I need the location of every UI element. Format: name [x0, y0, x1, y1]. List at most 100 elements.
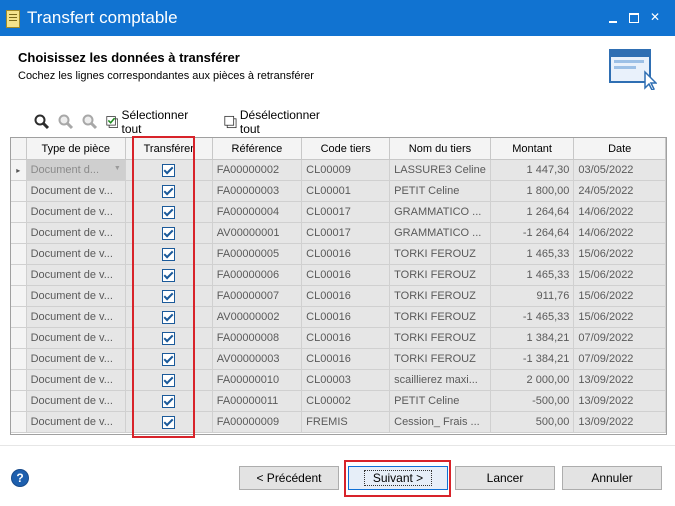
transfer-checkbox[interactable] — [162, 247, 176, 261]
transfer-checkbox[interactable] — [162, 415, 176, 429]
row-indicator[interactable] — [11, 180, 27, 202]
column-header-nom-tiers[interactable]: Nom du tiers — [389, 138, 491, 160]
row-indicator[interactable]: ▸ — [11, 159, 27, 181]
maximize-button[interactable] — [625, 8, 643, 26]
cell-code-tiers[interactable]: CL00016 — [301, 243, 391, 265]
column-header-reference[interactable]: Référence — [212, 138, 303, 160]
deselect-all-button[interactable]: Désélectionner tout — [224, 108, 323, 136]
minimize-button[interactable] — [604, 8, 622, 26]
transfer-checkbox[interactable] — [162, 373, 176, 387]
cell-date[interactable]: 07/09/2022 — [573, 348, 666, 370]
cell-date[interactable]: 24/05/2022 — [573, 180, 666, 202]
cell-type[interactable]: Document de v... — [26, 369, 126, 391]
table-row[interactable]: Document de v... FA00000009 FREMIS Cession_… — [11, 411, 666, 433]
cell-code-tiers[interactable]: CL00016 — [301, 285, 391, 307]
row-indicator[interactable] — [11, 264, 27, 286]
row-indicator[interactable] — [11, 390, 27, 412]
table-row[interactable]: Document de v... FA00000004 CL00017 GRAMMAT… — [11, 201, 666, 223]
cell-reference[interactable]: FA00000011 — [212, 390, 303, 412]
cell-code-tiers[interactable]: CL00016 — [301, 264, 391, 286]
cell-nom-tiers[interactable]: TORKI FEROUZ — [389, 327, 491, 349]
cell-code-tiers[interactable]: CL00016 — [301, 327, 391, 349]
cell-montant[interactable]: 911,76 — [490, 285, 575, 307]
cell-type[interactable]: Document de v... — [26, 264, 126, 286]
transfer-checkbox[interactable] — [162, 331, 176, 345]
transfer-checkbox[interactable] — [162, 163, 176, 177]
cell-reference[interactable]: FA00000006 — [212, 264, 303, 286]
cell-montant[interactable]: -1 384,21 — [490, 348, 575, 370]
cell-reference[interactable]: FA00000003 — [212, 180, 303, 202]
zoom-in-icon[interactable] — [58, 112, 74, 132]
row-indicator[interactable] — [11, 243, 27, 265]
table-row[interactable]: Document de v... AV00000003 CL00016 TORKI F… — [11, 348, 666, 370]
cell-nom-tiers[interactable]: scaillierez maxi... — [389, 369, 491, 391]
cell-code-tiers[interactable]: CL00016 — [301, 348, 391, 370]
cell-type[interactable]: Document de v... — [26, 222, 126, 244]
cell-date[interactable]: 13/09/2022 — [573, 369, 666, 391]
cell-date[interactable]: 07/09/2022 — [573, 327, 666, 349]
cell-reference[interactable]: FA00000004 — [212, 201, 303, 223]
cell-montant[interactable]: -500,00 — [490, 390, 575, 412]
cell-type[interactable]: Document de v... — [26, 348, 126, 370]
cell-type[interactable]: Document de v... — [26, 243, 126, 265]
cell-type[interactable]: Document d... ▼ — [26, 159, 126, 181]
cell-montant[interactable]: 1 465,33 — [490, 243, 575, 265]
cell-nom-tiers[interactable]: TORKI FEROUZ — [389, 348, 491, 370]
transfer-checkbox[interactable] — [162, 226, 176, 240]
cell-date[interactable]: 13/09/2022 — [573, 390, 666, 412]
launch-button[interactable]: Lancer — [455, 466, 555, 490]
transfer-checkbox[interactable] — [162, 205, 176, 219]
select-all-button[interactable]: Sélectionner tout — [106, 108, 192, 136]
cell-code-tiers[interactable]: CL00003 — [301, 369, 391, 391]
row-indicator[interactable] — [11, 327, 27, 349]
cell-reference[interactable]: AV00000003 — [212, 348, 303, 370]
cell-code-tiers[interactable]: CL00017 — [301, 201, 391, 223]
cell-montant[interactable]: 1 264,64 — [490, 201, 575, 223]
cell-montant[interactable]: -1 264,64 — [490, 222, 575, 244]
cell-type[interactable]: Document de v... — [26, 327, 126, 349]
cell-montant[interactable]: 500,00 — [490, 411, 575, 433]
row-indicator[interactable] — [11, 285, 27, 307]
cell-nom-tiers[interactable]: TORKI FEROUZ — [389, 243, 491, 265]
cell-code-tiers[interactable]: CL00009 — [301, 159, 391, 181]
cell-nom-tiers[interactable]: GRAMMATICO ... — [389, 201, 491, 223]
cell-type[interactable]: Document de v... — [26, 390, 126, 412]
cell-reference[interactable]: FA00000009 — [212, 411, 303, 433]
transfer-checkbox[interactable] — [162, 352, 176, 366]
cell-reference[interactable]: FA00000008 — [212, 327, 303, 349]
table-row[interactable]: Document de v... FA00000010 CL00003 scailli… — [11, 369, 666, 391]
cell-montant[interactable]: 1 447,30 — [490, 159, 575, 181]
table-row[interactable]: Document de v... FA00000005 CL00016 TORKI F… — [11, 243, 666, 265]
column-header-transfer[interactable]: Transférer — [125, 138, 213, 160]
cell-reference[interactable]: AV00000002 — [212, 306, 303, 328]
cell-code-tiers[interactable]: CL00017 — [301, 222, 391, 244]
cell-nom-tiers[interactable]: GRAMMATICO ... — [389, 222, 491, 244]
cell-nom-tiers[interactable]: TORKI FEROUZ — [389, 285, 491, 307]
table-row[interactable]: Document de v... FA00000011 CL00002 PETIT C… — [11, 390, 666, 412]
column-header-code-tiers[interactable]: Code tiers — [301, 138, 391, 160]
row-indicator[interactable] — [11, 306, 27, 328]
transfer-checkbox[interactable] — [162, 289, 176, 303]
close-button[interactable]: ✕ — [646, 8, 664, 26]
table-row[interactable]: Document de v... FA00000006 CL00016 TORKI F… — [11, 264, 666, 286]
cell-nom-tiers[interactable]: LASSURE3 Celine — [389, 159, 491, 181]
table-row[interactable]: Document de v... FA00000008 CL00016 TORKI F… — [11, 327, 666, 349]
cell-code-tiers[interactable]: FREMIS — [301, 411, 391, 433]
cell-type[interactable]: Document de v... — [26, 285, 126, 307]
cell-date[interactable]: 15/06/2022 — [573, 306, 666, 328]
cell-montant[interactable]: 1 465,33 — [490, 264, 575, 286]
cancel-button[interactable]: Annuler — [562, 466, 662, 490]
cell-type[interactable]: Document de v... — [26, 201, 126, 223]
previous-button[interactable]: < Précédent — [239, 466, 339, 490]
cell-nom-tiers[interactable]: TORKI FEROUZ — [389, 264, 491, 286]
cell-date[interactable]: 14/06/2022 — [573, 201, 666, 223]
cell-nom-tiers[interactable]: TORKI FEROUZ — [389, 306, 491, 328]
row-indicator[interactable] — [11, 369, 27, 391]
cell-type[interactable]: Document de v... — [26, 411, 126, 433]
row-indicator[interactable] — [11, 222, 27, 244]
cell-montant[interactable]: 2 000,00 — [490, 369, 575, 391]
cell-nom-tiers[interactable]: PETIT Celine — [389, 390, 491, 412]
transfer-checkbox[interactable] — [162, 184, 176, 198]
transfer-checkbox[interactable] — [162, 394, 176, 408]
cell-code-tiers[interactable]: CL00001 — [301, 180, 391, 202]
